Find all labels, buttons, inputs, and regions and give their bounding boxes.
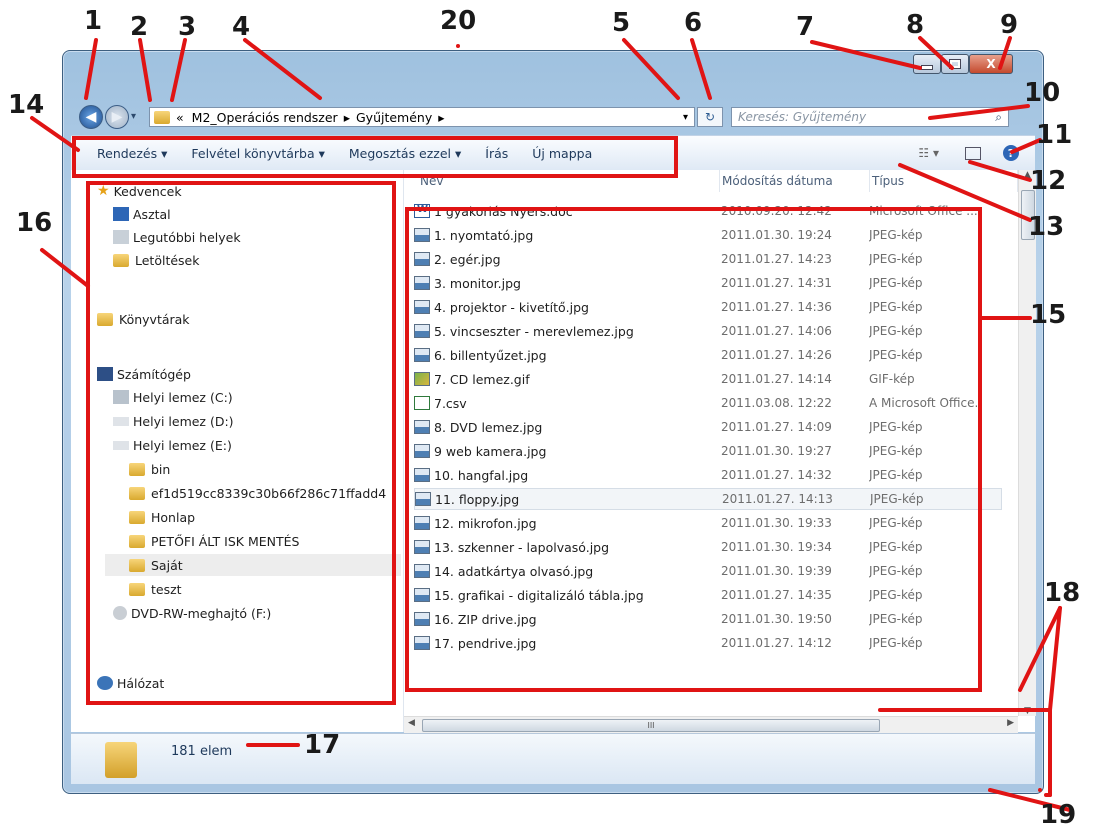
callout-lines — [30, 36, 1072, 812]
callout-8: 8 — [906, 10, 925, 40]
callout-20: 20 — [440, 6, 477, 36]
callout-10: 10 — [1024, 78, 1061, 108]
callout-5: 5 — [612, 8, 631, 38]
callout-18: 18 — [1044, 578, 1081, 608]
callout-6: 6 — [684, 8, 703, 38]
callout-13: 13 — [1028, 212, 1065, 242]
callout-3: 3 — [178, 12, 197, 42]
callout-14: 14 — [8, 90, 45, 120]
callout-19: 19 — [1040, 800, 1077, 830]
callout-12: 12 — [1030, 166, 1067, 196]
callout-11: 11 — [1036, 120, 1073, 150]
callout-15: 15 — [1030, 300, 1067, 330]
callout-1: 1 — [84, 6, 103, 36]
callout-4: 4 — [232, 12, 251, 42]
callout-16: 16 — [16, 208, 53, 238]
callout-2: 2 — [130, 12, 149, 42]
callout-17: 17 — [304, 730, 341, 760]
callout-9: 9 — [1000, 10, 1019, 40]
callout-7: 7 — [796, 12, 815, 42]
